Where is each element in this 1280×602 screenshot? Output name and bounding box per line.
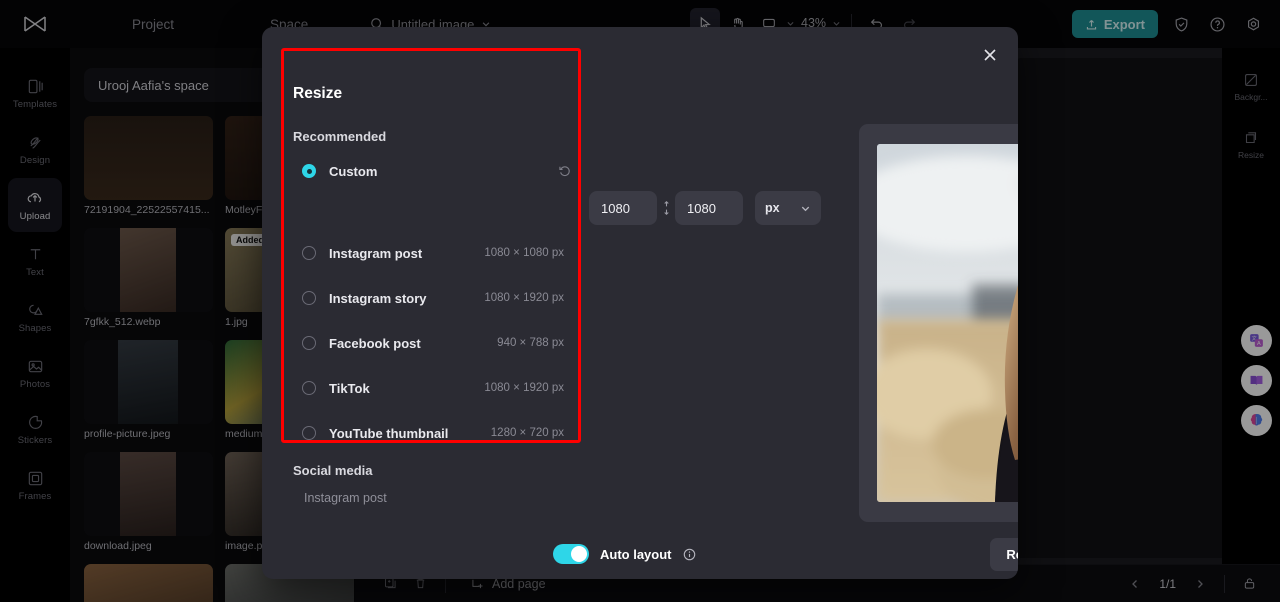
- option-facebook-post[interactable]: Facebook post 940 × 788 px: [302, 330, 564, 356]
- section-social-media-label: Social media: [293, 463, 373, 478]
- radio-custom[interactable]: [302, 164, 316, 178]
- option-dimensions: 1280 × 720 px: [490, 427, 564, 439]
- option-dimensions: 940 × 788 px: [497, 337, 564, 349]
- option-label: Instagram post: [329, 245, 423, 261]
- unit-select[interactable]: px: [755, 191, 821, 225]
- option-dimensions: 1080 × 1080 px: [484, 247, 564, 259]
- option-tiktok[interactable]: TikTok 1080 × 1920 px: [302, 375, 564, 401]
- option-label: YouTube thumbnail: [329, 425, 449, 441]
- option-label: Instagram story: [329, 290, 427, 306]
- option-custom[interactable]: Custom: [302, 158, 570, 184]
- section-recommended-label: Recommended: [293, 129, 387, 144]
- option-youtube-thumbnail[interactable]: YouTube thumbnail 1280 × 720 px: [302, 420, 564, 446]
- option-label: TikTok: [329, 380, 370, 396]
- resize-dialog: Resize Recommended Custom px Instagr: [262, 27, 1018, 579]
- radio-youtube-thumbnail[interactable]: [302, 426, 316, 440]
- close-button[interactable]: [976, 41, 1004, 69]
- option-label: Facebook post: [329, 335, 421, 351]
- preview-pane: [859, 124, 1018, 522]
- resize-options-pane: Resize Recommended Custom px Instagr: [262, 27, 821, 579]
- preview-photo-illustration: [876, 144, 1018, 502]
- resize-button[interactable]: Resize: [990, 538, 1018, 571]
- radio-instagram-post[interactable]: [302, 246, 316, 260]
- auto-layout-label: Auto layout: [600, 546, 672, 562]
- height-input[interactable]: [675, 191, 743, 225]
- unit-value: px: [765, 201, 780, 215]
- social-media-item[interactable]: Instagram post: [304, 491, 387, 505]
- option-dimensions: 1080 × 1920 px: [484, 292, 564, 304]
- preview-image: [876, 144, 1018, 502]
- auto-layout-row: Auto layout: [553, 544, 696, 564]
- info-icon[interactable]: [683, 548, 696, 561]
- auto-layout-toggle[interactable]: [553, 544, 589, 564]
- option-instagram-post[interactable]: Instagram post 1080 × 1080 px: [302, 240, 564, 266]
- radio-instagram-story[interactable]: [302, 291, 316, 305]
- custom-size-row: px: [589, 191, 821, 225]
- width-input[interactable]: [589, 191, 657, 225]
- reset-icon[interactable]: [558, 164, 572, 178]
- dialog-title: Resize: [293, 85, 343, 102]
- radio-facebook-post[interactable]: [302, 336, 316, 350]
- link-ratio-icon[interactable]: [657, 200, 675, 216]
- close-icon: [984, 49, 996, 61]
- radio-tiktok[interactable]: [302, 381, 316, 395]
- option-dimensions: 1080 × 1920 px: [484, 382, 564, 394]
- option-instagram-story[interactable]: Instagram story 1080 × 1920 px: [302, 285, 564, 311]
- option-label: Custom: [329, 163, 378, 179]
- chevron-down-icon: [801, 206, 810, 211]
